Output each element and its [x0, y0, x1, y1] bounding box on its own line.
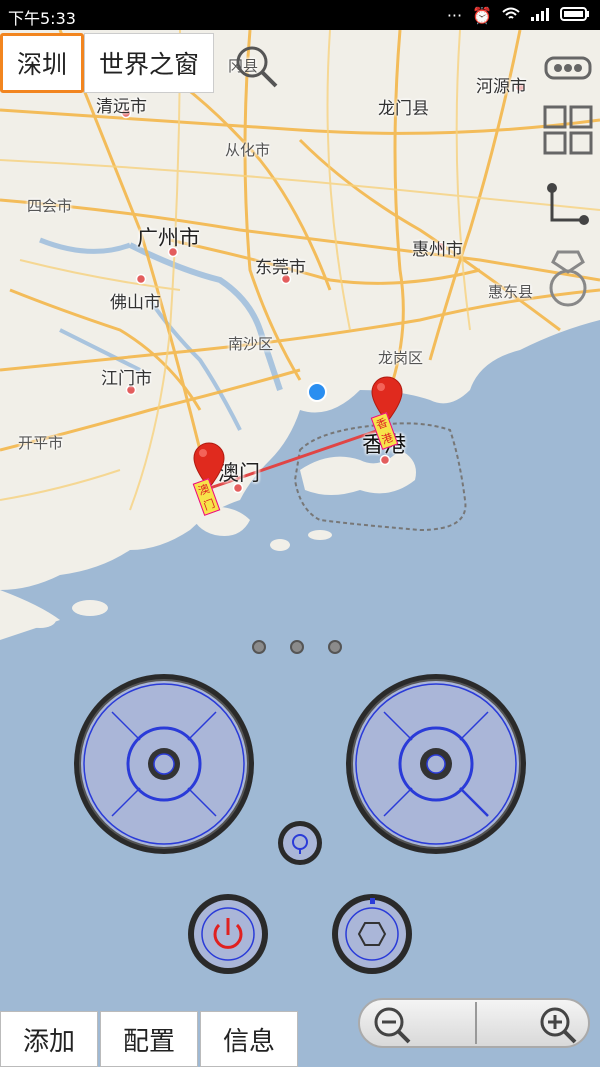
light-toggle-button[interactable] [277, 820, 323, 870]
add-button[interactable]: 添加 [0, 1011, 98, 1067]
zoom-in-icon[interactable] [536, 1003, 580, 1047]
location-tabs: 深圳 世界之窗 [0, 33, 215, 93]
signal-icon [530, 6, 550, 25]
map-label-longgang: 龙岗区 [378, 349, 424, 367]
status-time: 下午5:33 [8, 9, 76, 28]
map-label-heyuan: 河源市 [476, 77, 527, 97]
map-label-qingyuan: 清远市 [96, 97, 147, 117]
page-indicator [252, 640, 342, 654]
left-joystick[interactable] [72, 672, 256, 860]
map-label-foshan: 佛山市 [110, 293, 161, 313]
page-dot[interactable] [328, 640, 342, 654]
zoom-control [358, 998, 590, 1048]
config-button[interactable]: 配置 [100, 1011, 198, 1067]
map-label-huizhou: 惠州市 [412, 240, 463, 260]
vr-glasses-icon[interactable] [540, 40, 596, 96]
map-label-nansha: 南沙区 [228, 335, 274, 353]
map-label-guangzhou: 广州市 [137, 226, 200, 250]
map-label-longmen: 龙门县 [378, 99, 429, 119]
zoom-divider [475, 1002, 477, 1044]
map-label-conghua: 从化市 [225, 141, 271, 159]
status-bar: 下午5:33 ··· ⏰ [0, 0, 600, 30]
info-button[interactable]: 信息 [200, 1011, 298, 1067]
page-dot[interactable] [290, 640, 304, 654]
ring-icon[interactable] [540, 245, 596, 311]
map-canvas [0, 30, 600, 1067]
map-view[interactable]: 清远市 龙门县 河源市 从化市 四会市 广州市 东莞市 惠州市 佛山市 惠东县 … [0, 30, 600, 1067]
more-icon: ··· [446, 6, 463, 25]
right-joystick[interactable] [344, 672, 528, 860]
map-label-dongguan: 东莞市 [255, 258, 306, 278]
map-label-jiangmen: 江门市 [101, 369, 152, 389]
power-button[interactable] [187, 893, 269, 979]
grid-icon[interactable] [540, 102, 596, 158]
bottom-button-bar: 添加 配置 信息 [0, 1011, 298, 1067]
battery-icon [560, 6, 590, 25]
map-label-kaiping: 开平市 [18, 434, 64, 452]
tab-shenzhen[interactable]: 深圳 [0, 33, 85, 93]
route-icon[interactable] [540, 176, 596, 232]
search-icon[interactable] [232, 42, 280, 94]
zoom-out-icon[interactable] [370, 1003, 414, 1047]
wifi-icon [502, 6, 520, 25]
alarm-icon: ⏰ [472, 6, 492, 25]
map-label-huidong: 惠东县 [488, 283, 534, 301]
map-label-sihui: 四会市 [27, 197, 73, 215]
mode-knob[interactable] [331, 893, 413, 979]
page-dot[interactable] [252, 640, 266, 654]
tab-window-of-world[interactable]: 世界之窗 [84, 33, 215, 93]
